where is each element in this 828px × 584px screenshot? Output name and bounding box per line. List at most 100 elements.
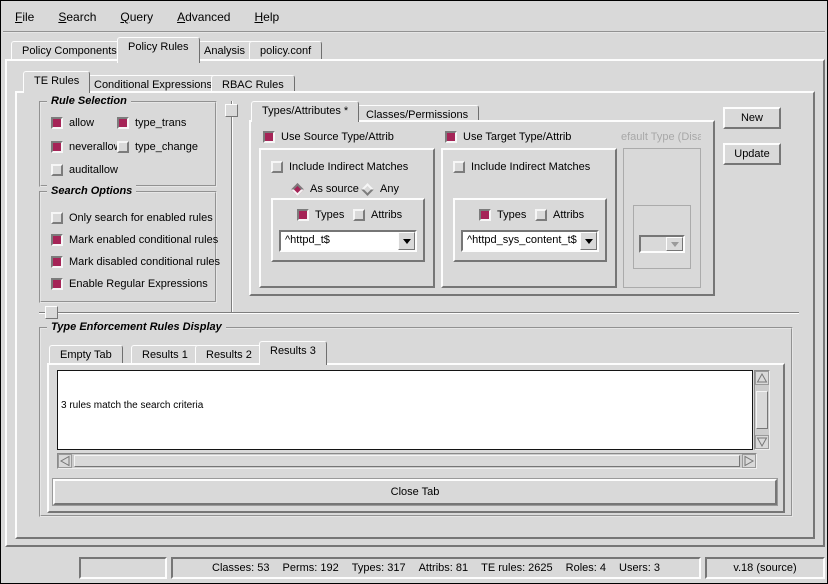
radio-label: As source xyxy=(310,183,359,195)
checkbox-use-source-type[interactable]: Use Source Type/Attrib xyxy=(263,130,394,144)
vertical-sash-handle[interactable] xyxy=(225,104,238,117)
tab-te-rules[interactable]: TE Rules xyxy=(23,71,90,93)
checkbox-indicator xyxy=(51,278,63,290)
checkbox-indicator xyxy=(297,209,309,221)
checkbox-indicator xyxy=(479,209,491,221)
combobox-value: ^httpd_sys_content_t$ xyxy=(463,232,580,250)
checkbox-indicator xyxy=(51,234,63,246)
apol-window: File Search Query Advanced Help Policy C… xyxy=(0,0,828,584)
checkbox-label: Enable Regular Expressions xyxy=(69,278,208,290)
checkbox-indicator xyxy=(353,209,365,221)
close-tab-button[interactable]: Close Tab xyxy=(53,479,777,505)
update-button[interactable]: Update xyxy=(723,143,781,165)
checkbox-label: Attribs xyxy=(371,209,402,221)
tab-policy-rules[interactable]: Policy Rules xyxy=(117,37,200,63)
horizontal-scrollbar-thumb[interactable] xyxy=(74,455,740,467)
checkbox-label: Use Target Type/Attrib xyxy=(463,131,571,143)
tab-types-attributes[interactable]: Types/Attributes * xyxy=(251,101,359,122)
checkbox-mark-disabled-conditional[interactable]: Mark disabled conditional rules xyxy=(51,255,220,269)
checkbox-indicator xyxy=(51,164,63,176)
radio-indicator xyxy=(291,183,304,196)
menu-help[interactable]: Help xyxy=(254,10,279,24)
checkbox-label: type_change xyxy=(135,141,198,153)
dropdown-arrow-icon[interactable] xyxy=(580,232,597,250)
status-empty-panel xyxy=(79,557,167,579)
checkbox-indicator xyxy=(263,131,275,143)
tab-results-2[interactable]: Results 2 xyxy=(195,345,263,365)
checkbox-label: Mark disabled conditional rules xyxy=(69,256,220,268)
checkbox-neverallow[interactable]: neverallow xyxy=(51,140,122,154)
checkbox-indicator xyxy=(271,161,283,173)
scroll-right-icon[interactable] xyxy=(742,454,756,468)
checkbox-target-types[interactable]: Types xyxy=(479,208,526,222)
default-type-label: efault Type (Disa xyxy=(621,131,701,143)
results-frame-title: Type Enforcement Rules Display xyxy=(47,321,226,333)
checkbox-allow[interactable]: allow xyxy=(51,116,94,130)
tab-policy-components[interactable]: Policy Components xyxy=(11,41,128,61)
checkbox-mark-enabled-conditional[interactable]: Mark enabled conditional rules xyxy=(51,233,218,247)
checkbox-source-attribs[interactable]: Attribs xyxy=(353,208,402,222)
results-summary: 3 rules match the search criteria xyxy=(61,399,752,412)
menu-file[interactable]: File xyxy=(15,10,34,24)
menu-search[interactable]: Search xyxy=(58,10,96,24)
checkbox-type-trans[interactable]: type_trans xyxy=(117,116,186,130)
checkbox-indicator xyxy=(535,209,547,221)
checkbox-indicator xyxy=(117,117,129,129)
status-version-panel: v.18 (source) xyxy=(705,557,825,579)
checkbox-source-include-indirect[interactable]: Include Indirect Matches xyxy=(271,160,408,174)
scroll-left-icon[interactable] xyxy=(58,454,72,468)
menu-advanced[interactable]: Advanced xyxy=(177,10,230,24)
menu-bar: File Search Query Advanced Help xyxy=(3,3,825,33)
checkbox-label: Use Source Type/Attrib xyxy=(281,131,394,143)
vertical-scrollbar[interactable] xyxy=(754,370,770,450)
checkbox-indicator xyxy=(51,141,63,153)
vertical-sash xyxy=(231,101,233,313)
dropdown-arrow-icon[interactable] xyxy=(398,232,415,250)
combobox-value xyxy=(641,237,666,251)
horizontal-sash-handle[interactable] xyxy=(45,306,58,319)
checkbox-enable-regex[interactable]: Enable Regular Expressions xyxy=(51,277,208,291)
default-type-combobox xyxy=(639,235,685,253)
checkbox-indicator xyxy=(445,131,457,143)
tab-results-1[interactable]: Results 1 xyxy=(131,345,199,365)
checkbox-label: Attribs xyxy=(553,209,584,221)
tab-analysis[interactable]: Analysis xyxy=(193,41,256,61)
checkbox-auditallow[interactable]: auditallow xyxy=(51,163,118,177)
target-type-combobox[interactable]: ^httpd_sys_content_t$ xyxy=(461,230,599,252)
status-classes: Classes: 53 xyxy=(212,562,269,574)
checkbox-type-change[interactable]: type_change xyxy=(117,140,198,154)
checkbox-label: Include Indirect Matches xyxy=(471,161,590,173)
status-roles: Roles: 4 xyxy=(566,562,606,574)
results-text-area[interactable]: 3 rules match the search criteria (5822)… xyxy=(57,370,753,450)
radio-indicator xyxy=(361,183,374,196)
checkbox-use-target-type[interactable]: Use Target Type/Attrib xyxy=(445,130,571,144)
checkbox-indicator xyxy=(453,161,465,173)
new-button[interactable]: New xyxy=(723,107,781,129)
radio-any[interactable]: Any xyxy=(361,182,399,196)
scroll-down-icon[interactable] xyxy=(755,435,769,449)
checkbox-label: Mark enabled conditional rules xyxy=(69,234,218,246)
checkbox-label: Types xyxy=(315,209,344,221)
status-attribs: Attribs: 81 xyxy=(419,562,469,574)
status-perms: Perms: 192 xyxy=(283,562,339,574)
horizontal-scrollbar[interactable] xyxy=(57,453,757,469)
radio-as-source[interactable]: As source xyxy=(291,182,359,196)
source-type-combobox[interactable]: ^httpd_t$ xyxy=(279,230,417,252)
vertical-scrollbar-thumb[interactable] xyxy=(756,391,768,429)
rule-selection-title: Rule Selection xyxy=(47,95,131,107)
scroll-up-icon[interactable] xyxy=(755,371,769,385)
checkbox-target-include-indirect[interactable]: Include Indirect Matches xyxy=(453,160,590,174)
tab-results-3[interactable]: Results 3 xyxy=(259,341,327,365)
tab-empty-tab[interactable]: Empty Tab xyxy=(49,345,123,365)
status-stats-panel: Classes: 53 Perms: 192 Types: 317 Attrib… xyxy=(171,557,701,579)
dropdown-arrow-icon xyxy=(666,237,683,251)
checkbox-source-types[interactable]: Types xyxy=(297,208,344,222)
checkbox-indicator xyxy=(51,212,63,224)
checkbox-only-enabled-rules[interactable]: Only search for enabled rules xyxy=(51,211,213,225)
menu-query[interactable]: Query xyxy=(120,10,153,24)
tab-policy-conf[interactable]: policy.conf xyxy=(249,41,322,61)
radio-label: Any xyxy=(380,183,399,195)
horizontal-sash xyxy=(39,312,799,314)
checkbox-target-attribs[interactable]: Attribs xyxy=(535,208,584,222)
checkbox-label: Types xyxy=(497,209,526,221)
